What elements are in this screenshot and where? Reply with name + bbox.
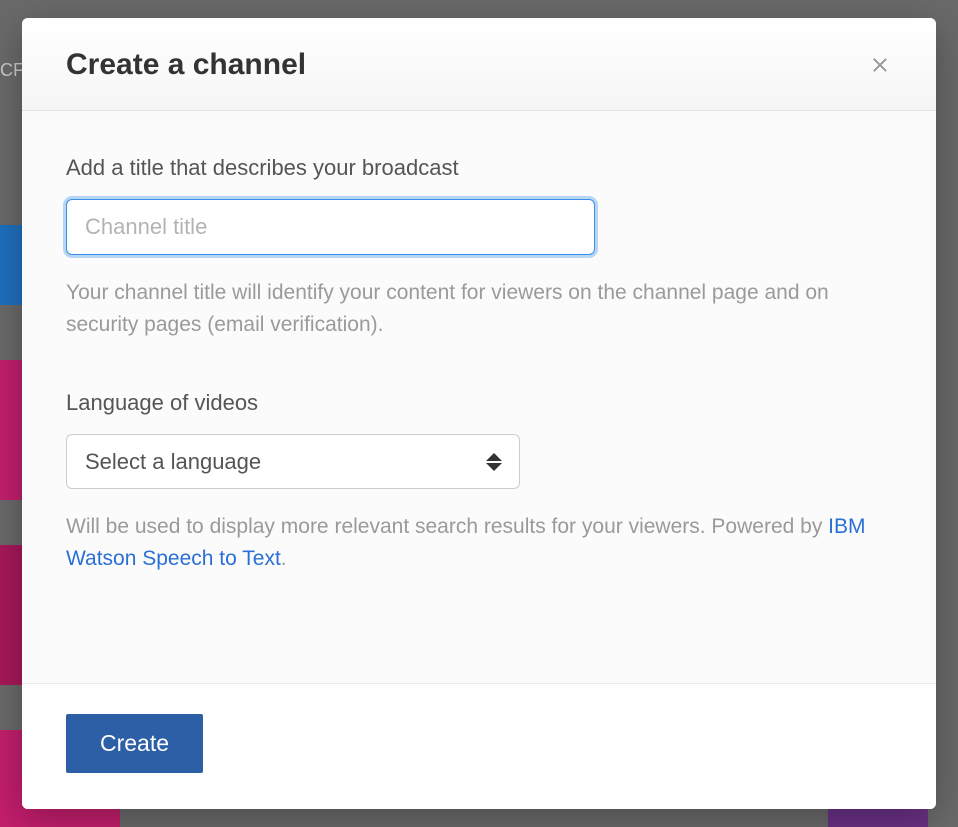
close-icon <box>868 53 892 77</box>
language-help-prefix: Will be used to display more relevant se… <box>66 515 828 538</box>
language-select-wrap: Select a language <box>66 434 520 489</box>
create-button[interactable]: Create <box>66 714 203 773</box>
modal-title: Create a channel <box>66 48 306 82</box>
channel-title-help: Your channel title will identify your co… <box>66 277 892 340</box>
modal-body: Add a title that describes your broadcas… <box>22 111 936 683</box>
language-help: Will be used to display more relevant se… <box>66 511 892 574</box>
background-text: CF <box>0 60 24 81</box>
channel-title-input[interactable] <box>66 199 595 255</box>
create-channel-modal: Create a channel Add a title that descri… <box>22 18 936 809</box>
modal-header: Create a channel <box>22 18 936 111</box>
modal-footer: Create <box>22 683 936 809</box>
language-help-suffix: . <box>281 547 287 570</box>
close-button[interactable] <box>864 49 896 81</box>
language-label: Language of videos <box>66 390 892 416</box>
channel-title-label: Add a title that describes your broadcas… <box>66 155 892 181</box>
language-select[interactable]: Select a language <box>66 434 520 489</box>
